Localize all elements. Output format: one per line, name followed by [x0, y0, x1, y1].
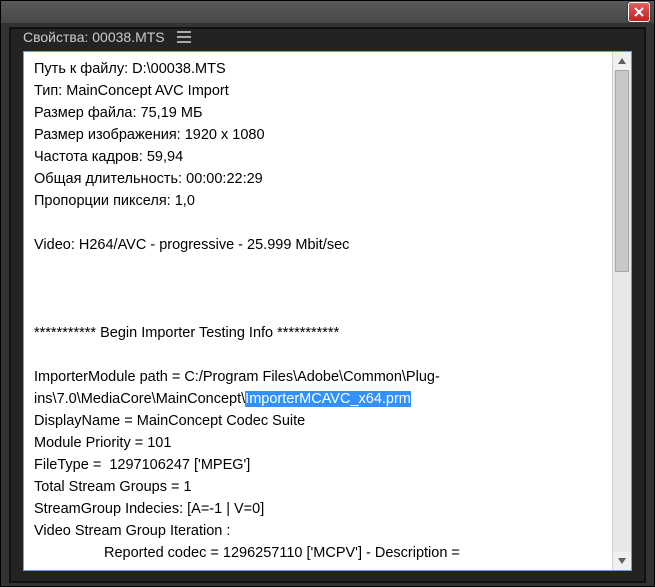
frame-rate-value: 59,94: [147, 149, 183, 165]
scroll-down-button[interactable]: [613, 552, 631, 570]
display-name-line: DisplayName = MainConcept Codec Suite: [34, 413, 305, 429]
file-path-label: Путь к файлу:: [34, 61, 128, 77]
panel-header: Свойства: 00038.MTS: [11, 29, 644, 45]
type-label: Тип:: [34, 83, 62, 99]
chevron-up-icon: [618, 58, 626, 64]
file-size-label: Размер файла:: [34, 105, 137, 121]
reported-codec-line: Reported codec = 1296257110 ['MCPV'] - D…: [104, 545, 460, 561]
file-type-line: FileType = 1297106247 ['MPEG']: [34, 457, 250, 473]
window-frame: Свойства: 00038.MTS Путь к файлу: D:\000…: [0, 0, 655, 587]
stream-group-indices-line: StreamGroup Indecies: [A=-1 | V=0]: [34, 501, 264, 517]
panel-title: Свойства: 00038.MTS: [23, 29, 165, 45]
separator-line: *********** Begin Importer Testing Info …: [34, 325, 339, 341]
scroll-thumb[interactable]: [615, 70, 629, 272]
content-area: Путь к файлу: D:\00038.MTS Тип: MainConc…: [23, 51, 632, 571]
frame-rate-label: Частота кадров:: [34, 149, 143, 165]
file-size-value: 75,19 МБ: [141, 105, 203, 121]
properties-text[interactable]: Путь к файлу: D:\00038.MTS Тип: MainConc…: [24, 52, 612, 570]
close-icon: [634, 7, 644, 17]
file-path-value: D:\00038.MTS: [132, 61, 226, 77]
duration-value: 00:00:22:29: [186, 171, 263, 187]
pixel-aspect-value: 1,0: [175, 193, 195, 209]
scroll-track[interactable]: [613, 70, 631, 552]
duration-label: Общая длительность:: [34, 171, 182, 187]
type-value: MainConcept AVC Import: [66, 83, 229, 99]
importer-path-highlight: ImporterMCAVC_x64.prm: [245, 391, 411, 407]
vertical-scrollbar[interactable]: [612, 52, 631, 570]
image-size-label: Размер изображения:: [34, 127, 181, 143]
panel-menu-icon[interactable]: [177, 31, 191, 43]
scroll-up-button[interactable]: [613, 52, 631, 70]
video-line: Video: H264/AVC - progressive - 25.999 M…: [34, 237, 349, 253]
pixel-aspect-label: Пропорции пикселя:: [34, 193, 171, 209]
titlebar: [1, 1, 654, 23]
chevron-down-icon: [618, 558, 626, 564]
module-priority-line: Module Priority = 101: [34, 435, 171, 451]
close-button[interactable]: [628, 2, 650, 22]
total-stream-groups-line: Total Stream Groups = 1: [34, 479, 192, 495]
video-stream-group-line: Video Stream Group Iteration :: [34, 523, 230, 539]
properties-panel: Свойства: 00038.MTS Путь к файлу: D:\000…: [9, 27, 646, 583]
image-size-value: 1920 x 1080: [185, 127, 265, 143]
